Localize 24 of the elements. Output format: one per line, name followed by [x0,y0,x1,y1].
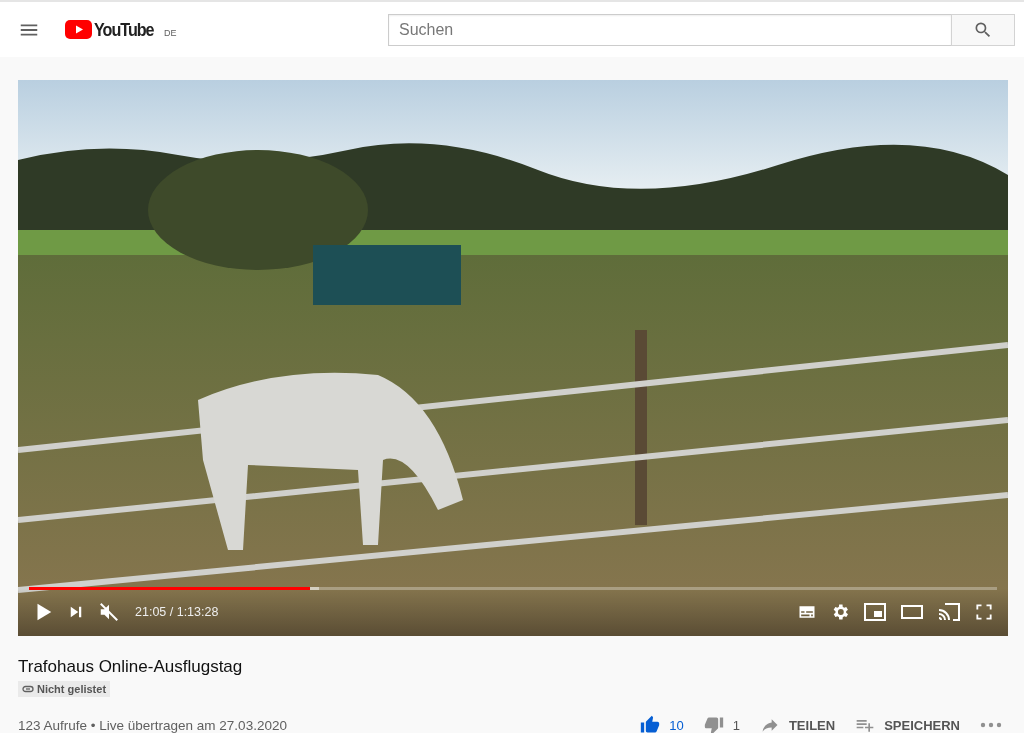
search-button[interactable] [951,13,1015,46]
fullscreen-button[interactable] [974,602,994,622]
search-field[interactable]: Suchen [388,13,951,46]
cast-button[interactable] [937,602,961,622]
like-button[interactable]: 10 [640,715,684,733]
link-icon [22,685,34,693]
muted-volume-button[interactable] [98,601,120,623]
time-display: 21:05 / 1:13:28 [135,605,219,619]
youtube-logo[interactable]: YouTube DE [65,18,177,41]
country-code: DE [164,27,177,38]
miniplayer-button[interactable] [863,602,887,622]
play-logo-icon [65,20,92,39]
dislike-button[interactable]: 1 [703,715,740,733]
theater-mode-button[interactable] [900,602,924,622]
save-button[interactable]: SPEICHERN [855,715,960,733]
more-button[interactable] [980,722,1002,728]
unlisted-badge: Nicht gelistet [18,681,111,697]
thumbs-down-icon [703,715,724,733]
share-button[interactable]: TEILEN [759,715,836,733]
view-count-and-date: 123 Aufrufe • Live übertragen am 27.03.2020 [18,717,287,733]
video-title: Trafohaus Online-Ausflugstag [18,656,244,678]
logo-text: YouTube [94,18,154,41]
thumbs-up-icon [640,715,661,733]
more-icon [980,722,1002,728]
